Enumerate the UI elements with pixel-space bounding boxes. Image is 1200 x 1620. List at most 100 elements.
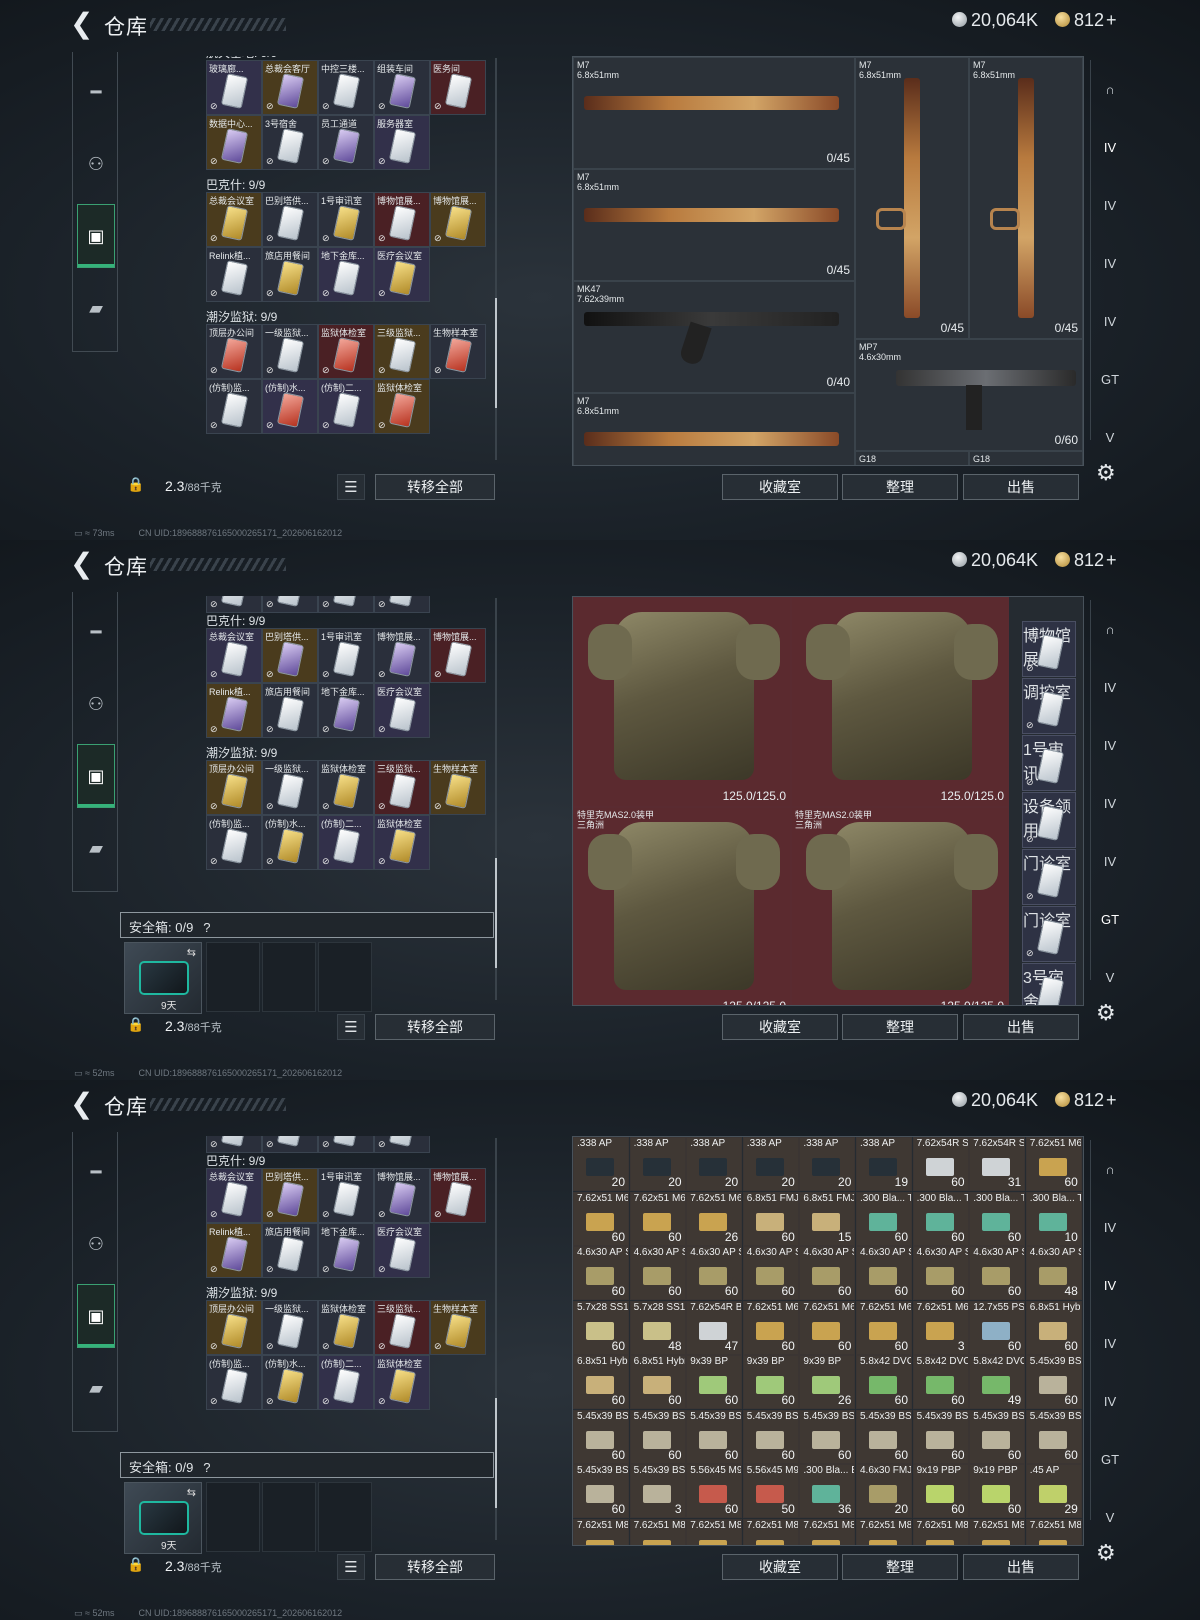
key-card[interactable]: 门诊室⊘ xyxy=(1022,906,1076,962)
key-card[interactable]: 顶层办公间 ⊘ xyxy=(206,760,262,815)
key-card[interactable]: 1号审讯室⊘ xyxy=(1022,735,1076,791)
key-card[interactable]: 数据中心... ⊘ xyxy=(206,115,262,170)
weapon-slot[interactable]: MP7 4.6x30mm 0/60 xyxy=(855,339,1083,451)
nav-toolbox[interactable]: ▰ xyxy=(77,1356,115,1420)
key-card[interactable]: 调控室⊘ xyxy=(1022,678,1076,734)
key-card[interactable]: 3号宿舍⊘ xyxy=(262,115,318,170)
ammo-slot[interactable]: 6.8x51 Hybrid 60 xyxy=(1025,1300,1082,1355)
ammo-slot[interactable]: 7.62x51 M62 60 xyxy=(742,1300,799,1355)
storage-tab-icon[interactable]: IV xyxy=(1095,672,1125,702)
storage-tab-icon[interactable]: IV xyxy=(1095,1212,1125,1242)
ammo-slot[interactable]: .300 Bla... TAC-TX 10 xyxy=(1025,1191,1082,1246)
key-card[interactable]: 员工通道 ⊘ xyxy=(318,115,374,170)
ammo-slot[interactable]: .338 AP 20 xyxy=(573,1137,629,1191)
ammo-slot[interactable]: 4.6x30 FMJ SX 20 xyxy=(856,1464,912,1518)
key-card[interactable]: 巴别塔供... ⊘ xyxy=(262,628,318,683)
key-card[interactable]: 地下金库... ⊘ xyxy=(318,247,374,302)
ammo-slot[interactable]: 4.6x30 AP SX 60 xyxy=(799,1246,856,1300)
ammo-slot[interactable]: 5.45x39 BS 60 xyxy=(1025,1409,1082,1464)
ammo-slot[interactable]: 7.62x51 M8060 xyxy=(856,1518,912,1545)
ammo-slot[interactable]: 5.45x39 BS 3 xyxy=(629,1464,686,1518)
key-card[interactable]: 1号审讯室⊘ xyxy=(318,192,374,247)
ammo-slot[interactable]: 6.8x51 Hybrid 60 xyxy=(573,1355,629,1409)
key-card[interactable]: (仿制)水... ⊘ xyxy=(262,1355,318,1410)
key-card[interactable]: 顶层办公间 ⊘ xyxy=(206,1300,262,1355)
ammo-slot[interactable]: 4.6x30 AP SX 60 xyxy=(969,1246,1026,1300)
ammo-slot[interactable]: .300 Bla... TAC-TX 60 xyxy=(856,1191,912,1246)
key-card[interactable]: 一级监狱... ⊘ xyxy=(262,324,318,379)
key-card[interactable]: (仿制)二... ⊘ xyxy=(318,379,374,434)
gold-currency[interactable]: 812 + xyxy=(1055,10,1117,31)
key-card[interactable]: ⊘ xyxy=(374,596,430,613)
help-icon[interactable]: ? xyxy=(203,920,210,935)
help-icon[interactable]: ? xyxy=(203,1460,210,1475)
key-card[interactable]: 生物样本室 ⊘ xyxy=(430,1300,486,1355)
ammo-slot[interactable]: .338 AP 20 xyxy=(686,1137,743,1191)
ammo-slot[interactable]: 7.62x51 M62 60 xyxy=(1025,1137,1082,1191)
key-list-scrollbar[interactable] xyxy=(495,58,497,460)
key-card[interactable]: 3号宿舍⊘ xyxy=(1022,963,1076,1005)
ammo-slot[interactable]: 5.8x42 DVC12 60 xyxy=(856,1355,912,1409)
scroll-thumb[interactable] xyxy=(495,858,497,968)
storage-tab-icon[interactable]: ∩ xyxy=(1095,74,1125,104)
ammo-slot[interactable]: 7.62x51 M8060 xyxy=(912,1518,969,1545)
back-button[interactable]: ❮ xyxy=(70,10,93,38)
ammo-slot[interactable]: 5.56x45 M995 60 xyxy=(686,1464,743,1518)
ammo-slot[interactable]: 9x39 BP 60 xyxy=(742,1355,799,1409)
key-card[interactable]: 博物馆展... ⊘ xyxy=(374,628,430,683)
key-card[interactable]: ⊘ xyxy=(374,1136,430,1153)
key-card[interactable]: 总裁会议室 ⊘ xyxy=(206,628,262,683)
key-card[interactable]: 玻璃廊... ⊘ xyxy=(206,60,262,115)
ammo-slot[interactable]: 4.6x30 AP SX 60 xyxy=(573,1246,629,1300)
gold-currency[interactable]: 812 + xyxy=(1055,550,1117,571)
gold-plus[interactable]: + xyxy=(1106,10,1117,30)
ammo-slot[interactable]: .300 Bla... TAC-TX 60 xyxy=(912,1191,969,1246)
key-card[interactable]: ⊘ xyxy=(262,596,318,613)
nav-armor[interactable]: ⚇ xyxy=(77,672,115,736)
key-card[interactable]: 地下金库... ⊘ xyxy=(318,683,374,738)
key-card[interactable]: 博物馆展... ⊘ xyxy=(430,1168,486,1223)
key-card[interactable]: ⊘ xyxy=(262,1136,318,1153)
ammo-slot[interactable]: 7.62x51 M8060 xyxy=(799,1518,856,1545)
storage-action-button[interactable]: 整理 xyxy=(842,474,958,500)
key-card[interactable]: 博物馆展... ⊘ xyxy=(374,192,430,247)
ammo-slot[interactable]: 9x39 BP 26 xyxy=(799,1355,856,1409)
nav-armor[interactable]: ⚇ xyxy=(77,132,115,196)
ammo-slot[interactable]: .300 Bla... TAC-TX 60 xyxy=(969,1191,1026,1246)
ammo-slot[interactable]: 6.8x51 FMJ 15 xyxy=(799,1191,856,1246)
storage-action-button[interactable]: 出售 xyxy=(963,1554,1079,1580)
weapon-slot[interactable]: M7 6.8x51mm 0/45 xyxy=(573,169,855,281)
key-card[interactable]: 地下金库... ⊘ xyxy=(318,1223,374,1278)
storage-tab-icon[interactable]: IV xyxy=(1095,846,1125,876)
list-view-button[interactable]: ☰ xyxy=(337,1014,365,1040)
ammo-slot[interactable]: 7.62x51 M8060 xyxy=(1025,1518,1082,1545)
nav-gun[interactable]: ━ xyxy=(77,600,115,664)
armor-slot[interactable]: 特里克MAS2.0装甲 三角洲 125.0/125.0 xyxy=(573,807,791,1005)
ammo-slot[interactable]: 4.6x30 AP SX 48 xyxy=(1025,1246,1082,1300)
key-card[interactable]: 博物馆展... ⊘ xyxy=(374,1168,430,1223)
weapon-slot[interactable]: M7 6.8x51mm xyxy=(573,393,855,465)
storage-action-button[interactable]: 收藏室 xyxy=(722,1554,838,1580)
weapon-slot[interactable]: G189x19mm xyxy=(969,451,1083,465)
ammo-slot[interactable]: 5.8x42 DVC12 60 xyxy=(912,1355,969,1409)
key-card[interactable]: 监狱体检室 ⊘ xyxy=(374,1355,430,1410)
ammo-slot[interactable]: 7.62x51 M8060 xyxy=(573,1518,629,1545)
ammo-slot[interactable]: 5.7x28 SS193 48 xyxy=(629,1300,686,1355)
storage-tab-icon[interactable]: GT xyxy=(1095,364,1125,394)
storage-action-button[interactable]: 整理 xyxy=(842,1554,958,1580)
key-card[interactable]: 一级监狱... ⊘ xyxy=(262,1300,318,1355)
key-card[interactable]: 三级监狱... ⊘ xyxy=(374,1300,430,1355)
gold-plus[interactable]: + xyxy=(1106,550,1117,570)
key-card[interactable]: Relink植... ⊘ xyxy=(206,1223,262,1278)
lock-icon[interactable]: 🔒 xyxy=(127,1556,144,1573)
storage-tab-icon[interactable]: IV xyxy=(1095,730,1125,760)
key-card[interactable]: 医疗会议室 ⊘ xyxy=(374,247,430,302)
key-card[interactable]: 监狱体检室 ⊘ xyxy=(318,760,374,815)
key-card[interactable]: 旅店用餐间 ⊘ xyxy=(262,683,318,738)
armor-slot[interactable]: 125.0/125.0 xyxy=(573,597,791,807)
key-card[interactable]: ⊘ xyxy=(318,596,374,613)
key-card[interactable]: 总裁会议室 ⊘ xyxy=(206,1168,262,1223)
key-card[interactable]: 顶层办公间 ⊘ xyxy=(206,324,262,379)
key-card[interactable]: 总裁会客厅 ⊘ xyxy=(262,60,318,115)
ammo-slot[interactable]: 7.62x51 M62 60 xyxy=(573,1191,629,1246)
